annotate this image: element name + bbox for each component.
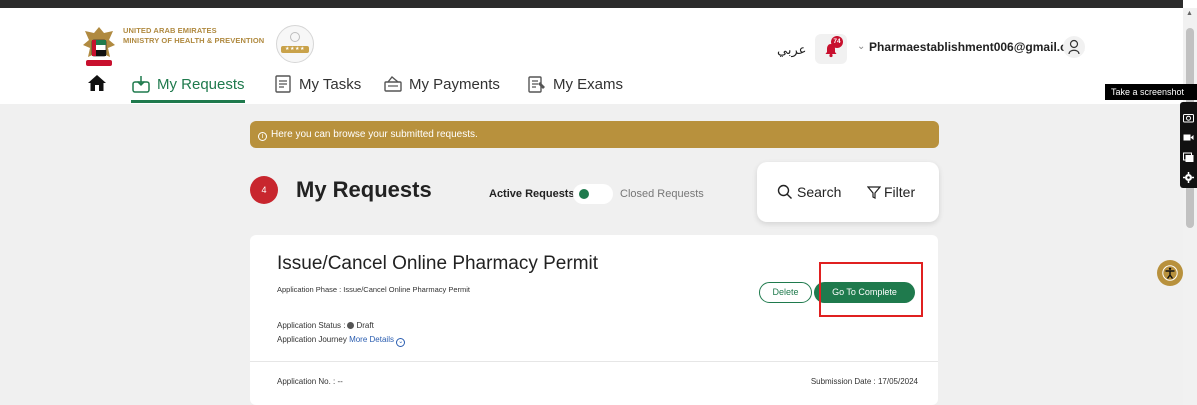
more-details-link[interactable]: More Details ⌄ xyxy=(349,335,406,347)
chevron-down-circle-icon: ⌄ xyxy=(396,338,406,347)
application-number: Application No. : -- xyxy=(277,377,343,386)
rating-badge: ★★★★ xyxy=(276,25,314,63)
exams-icon xyxy=(528,76,545,93)
filter-button[interactable]: Filter xyxy=(867,184,915,200)
inbox-icon xyxy=(132,76,150,93)
payments-icon xyxy=(384,76,402,92)
application-journey: Application Journey More Details ⌄ xyxy=(277,335,406,347)
request-title: Issue/Cancel Online Pharmacy Permit xyxy=(277,253,599,274)
badge-ring-icon xyxy=(290,32,300,42)
active-requests-label[interactable]: Active Requests xyxy=(489,188,575,200)
submission-date: Submission Date : 17/05/2024 xyxy=(810,377,918,386)
user-email[interactable]: Pharmaestablishment006@gmail.com xyxy=(869,40,1085,54)
page-title: My Requests xyxy=(296,177,432,202)
card-divider xyxy=(250,361,938,362)
search-button[interactable]: Search xyxy=(777,184,841,200)
application-status: Application Status : Draft xyxy=(277,321,374,330)
page-scrollbar[interactable]: ▲ xyxy=(1183,8,1197,405)
status-value: Draft xyxy=(356,321,374,330)
tasks-icon xyxy=(275,75,291,93)
accessibility-icon xyxy=(1162,265,1178,281)
info-icon: i xyxy=(258,132,267,141)
search-icon xyxy=(777,184,792,199)
tab-my-exams[interactable]: My Exams xyxy=(527,74,623,94)
requests-toggle[interactable] xyxy=(573,184,613,204)
language-toggle[interactable]: عربي xyxy=(777,42,806,58)
filter-icon xyxy=(867,186,881,199)
camera-icon[interactable] xyxy=(1183,112,1194,123)
closed-requests-label[interactable]: Closed Requests xyxy=(620,188,704,200)
tab-my-requests[interactable]: My Requests xyxy=(131,74,245,103)
uae-emblem-icon xyxy=(83,27,115,66)
user-avatar-icon xyxy=(1068,39,1080,55)
accessibility-button[interactable] xyxy=(1157,260,1183,286)
top-dark-bar xyxy=(0,0,1183,8)
window-icon[interactable] xyxy=(1183,152,1194,163)
screenshot-tooltip: Take a screenshot xyxy=(1105,84,1197,100)
site-header: UNITED ARAB EMIRATES MINISTRY OF HEALTH … xyxy=(0,8,1183,70)
notifications-button[interactable]: 74 xyxy=(815,34,847,64)
ministry-name: UNITED ARAB EMIRATES MINISTRY OF HEALTH … xyxy=(123,26,265,45)
tab-my-tasks[interactable]: My Tasks xyxy=(273,74,361,94)
delete-button[interactable]: Delete xyxy=(759,282,812,303)
capture-toolbar xyxy=(1180,102,1197,188)
scroll-up-arrow-icon[interactable]: ▲ xyxy=(1186,10,1193,17)
chevron-down-icon[interactable]: ⌄ xyxy=(857,41,865,52)
video-icon[interactable] xyxy=(1183,132,1194,143)
info-banner: i Here you can browse your submitted requ… xyxy=(250,121,939,148)
gear-icon[interactable] xyxy=(1183,172,1194,183)
application-phase: Application Phase : Issue/Cancel Online … xyxy=(277,285,471,294)
badge-stars: ★★★★ xyxy=(281,46,309,53)
avatar[interactable] xyxy=(1063,36,1085,58)
main-content: i Here you can browse your submitted requ… xyxy=(0,104,1183,405)
main-nav: My Requests My Tasks My Payments My Exam… xyxy=(0,70,1183,104)
tab-my-payments[interactable]: My Payments xyxy=(383,74,500,94)
notification-count: 74 xyxy=(831,36,843,48)
toggle-knob xyxy=(579,189,589,199)
search-filter-panel: Search Filter xyxy=(757,162,939,222)
request-card: Issue/Cancel Online Pharmacy Permit Appl… xyxy=(250,235,938,405)
home-icon[interactable] xyxy=(87,74,107,92)
go-to-complete-button[interactable]: Go To Complete xyxy=(814,282,915,303)
status-dot-icon xyxy=(347,322,355,329)
requests-count-badge: 4 xyxy=(250,176,278,204)
